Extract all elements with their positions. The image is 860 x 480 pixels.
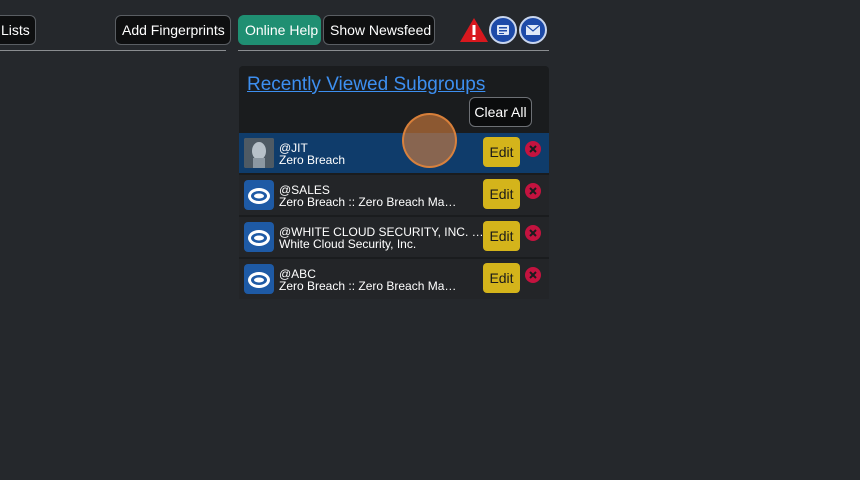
document-icon[interactable] [489, 16, 517, 44]
click-indicator [402, 113, 457, 168]
clear-all-button[interactable]: Clear All [469, 97, 532, 127]
edit-button[interactable]: Edit [483, 263, 520, 293]
remove-icon[interactable] [525, 267, 541, 283]
panel-title-link[interactable]: Recently Viewed Subgroups [247, 74, 485, 96]
subgroup-parent: White Cloud Security, Inc. [279, 237, 417, 251]
remove-icon[interactable] [525, 225, 541, 241]
add-fingerprints-button[interactable]: Add Fingerprints [115, 15, 231, 45]
list-item[interactable]: @ABCZero Breach :: Zero Breach Managemen… [239, 259, 549, 299]
list-item[interactable]: @WHITE CLOUD SECURITY, INC. DEMOWhite Cl… [239, 217, 549, 257]
edit-button[interactable]: Edit [483, 221, 520, 251]
mail-icon[interactable] [519, 16, 547, 44]
list-item[interactable]: @SALESZero Breach :: Zero Breach Managem… [239, 175, 549, 215]
remove-icon[interactable] [525, 183, 541, 199]
divider [238, 50, 549, 51]
alert-icon[interactable] [459, 17, 489, 43]
lists-button[interactable]: Lists [0, 15, 36, 45]
show-newsfeed-button[interactable]: Show Newsfeed [323, 15, 435, 45]
avatar [244, 222, 274, 252]
online-help-button[interactable]: Online Help [238, 15, 321, 45]
remove-icon[interactable] [525, 141, 541, 157]
recent-subgroups-panel: Recently Viewed Subgroups Clear All @JIT… [239, 66, 549, 299]
edit-button[interactable]: Edit [483, 137, 520, 167]
avatar [244, 138, 274, 168]
avatar [244, 264, 274, 294]
subgroup-parent: Zero Breach :: Zero Breach Management [279, 279, 459, 293]
divider [0, 50, 226, 51]
subgroup-parent: Zero Breach :: Zero Breach Management [279, 195, 459, 209]
avatar [244, 180, 274, 210]
edit-button[interactable]: Edit [483, 179, 520, 209]
list-item[interactable]: @JIT Zero Breach Edit [239, 133, 549, 173]
